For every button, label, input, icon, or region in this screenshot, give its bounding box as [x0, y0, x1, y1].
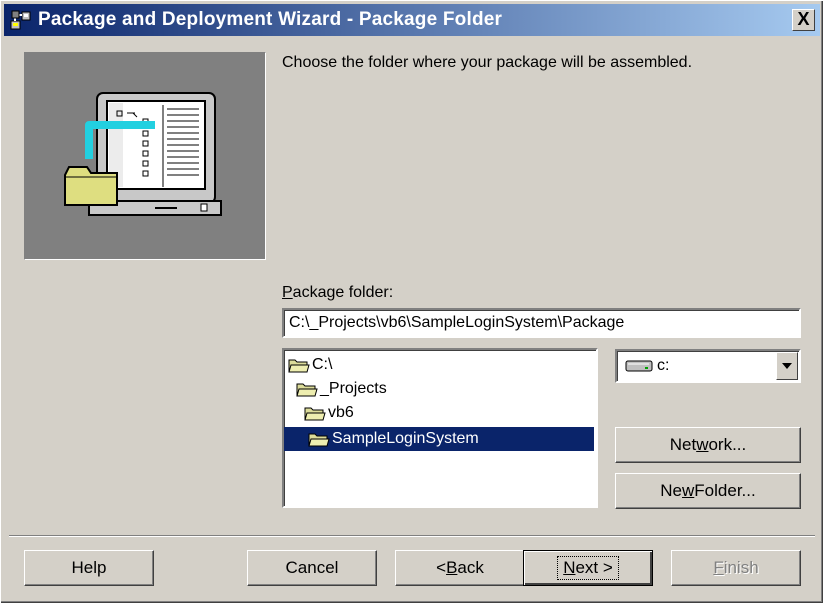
tree-item-vb6[interactable]: vb6: [304, 401, 354, 425]
folder-tree[interactable]: C:\ _Projects vb6 SampleLoginSystem: [282, 348, 598, 508]
back-label-pre: <: [436, 558, 447, 577]
hard-drive-icon: [625, 360, 653, 372]
open-folder-icon: [288, 359, 310, 373]
package-folder-label: Package folder:: [282, 284, 393, 302]
finish-label-post: inish: [723, 558, 759, 577]
close-button[interactable]: X: [792, 9, 815, 31]
next-button[interactable]: Next >: [523, 550, 653, 586]
tree-item-label: SampleLoginSystem: [332, 430, 479, 447]
package-folder-dialog: Package and Deployment Wizard - Package …: [0, 0, 824, 604]
new-folder-label-post: Folder...: [694, 481, 756, 500]
focus-rectangle: Next >: [557, 556, 619, 580]
instruction-text: Choose the folder where your package wil…: [282, 54, 693, 71]
back-label-mnemonic: B: [446, 558, 458, 577]
new-folder-label-mnemonic: w: [682, 481, 695, 500]
tree-item-label: C:\: [312, 356, 333, 373]
back-button[interactable]: < Back: [395, 550, 525, 586]
back-label-post: ack: [457, 558, 484, 577]
cancel-button[interactable]: Cancel: [247, 550, 377, 586]
next-label-post: ext >: [575, 558, 613, 577]
drive-dropdown[interactable]: c:: [615, 349, 801, 383]
bottom-separator: [9, 535, 815, 537]
computer-folder-illustration: [64, 92, 222, 216]
close-icon: X: [797, 9, 810, 29]
new-folder-button[interactable]: Ne w Folder...: [615, 473, 801, 509]
new-folder-label-pre: Ne: [660, 481, 683, 500]
open-folder-icon: [304, 407, 326, 421]
next-label-mnemonic: N: [563, 558, 576, 577]
network-label-pre: Net: [669, 435, 697, 454]
network-button[interactable]: Net w ork...: [615, 427, 801, 463]
open-folder-icon: [296, 383, 318, 397]
tree-item-label: _Projects: [320, 380, 387, 397]
package-wizard-icon: [10, 9, 32, 31]
finish-label-mnemonic: F: [713, 558, 724, 577]
tree-item-projects[interactable]: _Projects: [296, 377, 387, 401]
network-label-mnemonic: w: [696, 435, 709, 454]
tree-item-label: vb6: [328, 404, 354, 421]
tree-item-c-drive[interactable]: C:\: [288, 353, 332, 377]
window-title: Package and Deployment Wizard - Package …: [38, 9, 503, 30]
open-folder-icon: [308, 433, 330, 447]
package-folder-label-text: ackage folder:: [292, 284, 394, 301]
title-bar[interactable]: Package and Deployment Wizard - Package …: [4, 4, 820, 36]
package-folder-input[interactable]: [282, 308, 801, 338]
triangle-down-icon: [782, 363, 792, 369]
package-folder-label-mnemonic: P: [282, 284, 293, 301]
dropdown-arrow-button[interactable]: [776, 352, 798, 380]
finish-button[interactable]: Finish: [671, 550, 801, 586]
help-button[interactable]: Help: [24, 550, 154, 586]
wizard-illustration: [24, 52, 266, 260]
tree-item-sampleloginsystem[interactable]: SampleLoginSystem: [284, 427, 594, 451]
network-label-post: ork...: [708, 435, 747, 454]
drive-selected-value: c:: [657, 357, 670, 374]
